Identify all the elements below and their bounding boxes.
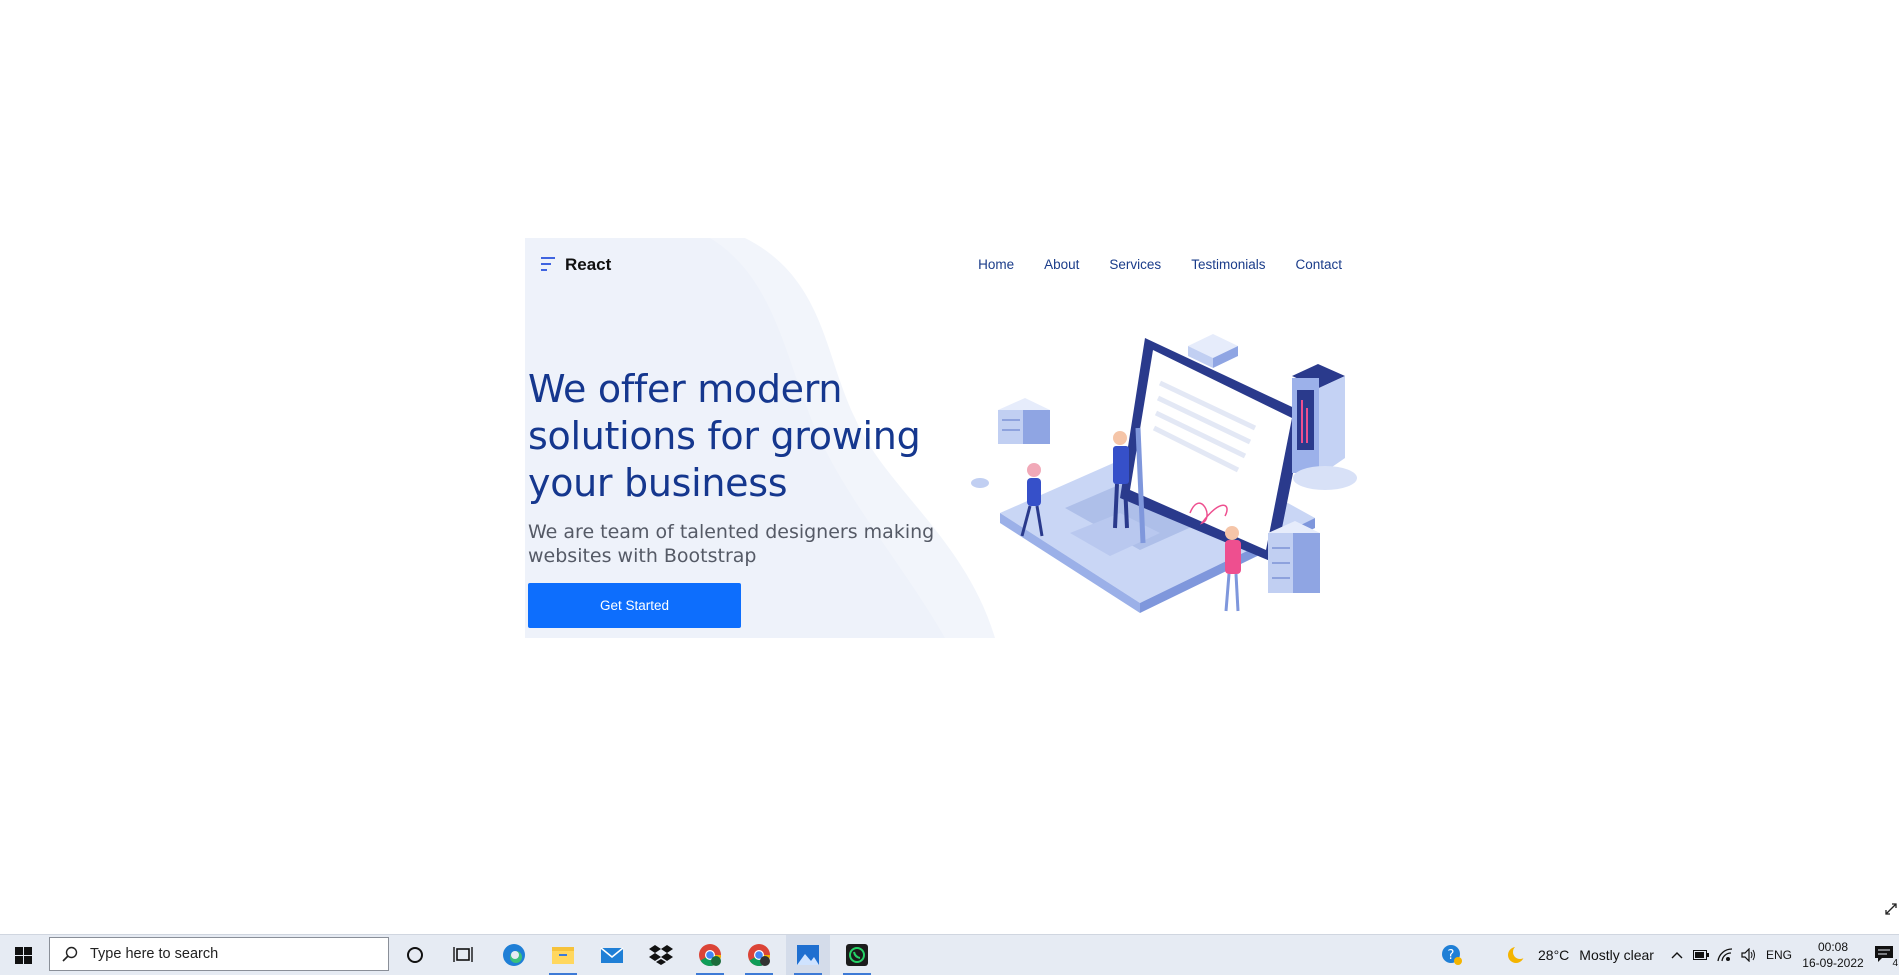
dropbox-icon — [649, 945, 673, 965]
nav-home[interactable]: Home — [963, 252, 1029, 278]
taskbar: ? 28°C Mostly clear ENG 00:08 16-09-2022… — [0, 934, 1899, 975]
wifi-icon — [1717, 948, 1733, 962]
cortana-icon — [407, 947, 423, 963]
get-started-button[interactable]: Get Started — [528, 583, 741, 628]
chrome-profile-button[interactable] — [737, 935, 781, 975]
photos-icon — [797, 945, 819, 965]
main-nav: Home About Services Testimonials Contact — [963, 252, 1342, 278]
whatsapp-icon — [846, 944, 868, 966]
weather-temp: 28°C — [1538, 947, 1570, 963]
battery-button[interactable] — [1690, 935, 1712, 975]
weather-widget[interactable]: 28°C Mostly clear — [1506, 935, 1662, 975]
nav-services[interactable]: Services — [1094, 252, 1176, 278]
brand-name: React — [565, 255, 612, 274]
chrome-profile-icon — [748, 944, 771, 967]
mail-icon — [600, 947, 624, 963]
task-view-icon — [453, 947, 473, 962]
nav-contact[interactable]: Contact — [1280, 252, 1342, 278]
help-button[interactable]: ? — [1434, 935, 1470, 975]
edge-icon — [503, 944, 525, 966]
network-button[interactable] — [1714, 935, 1736, 975]
notification-count: 4 — [1892, 958, 1898, 969]
start-button[interactable] — [0, 935, 46, 975]
search-icon — [62, 946, 78, 962]
svg-text:?: ? — [1448, 948, 1455, 963]
photos-button[interactable] — [786, 935, 830, 975]
clock-button[interactable]: 00:08 16-09-2022 — [1800, 935, 1866, 975]
nav-testimonials[interactable]: Testimonials — [1176, 252, 1280, 278]
task-view-button[interactable] — [441, 935, 485, 975]
nav-about[interactable]: About — [1029, 252, 1094, 278]
brand[interactable]: React — [539, 252, 611, 278]
whatsapp-button[interactable] — [835, 935, 879, 975]
weather-text: Mostly clear — [1579, 947, 1654, 963]
edge-button[interactable] — [492, 935, 536, 975]
language-label: ENG — [1765, 948, 1792, 962]
search-input[interactable] — [88, 945, 388, 963]
speaker-icon — [1741, 948, 1755, 962]
hero-section: React Home About Services Testimonials C… — [525, 238, 1398, 638]
help-icon: ? — [1442, 945, 1462, 965]
file-explorer-button[interactable] — [541, 935, 585, 975]
chrome-button[interactable] — [688, 935, 732, 975]
resize-cursor-icon — [1885, 903, 1897, 915]
show-hidden-icons-button[interactable] — [1666, 935, 1688, 975]
language-button[interactable]: ENG — [1762, 935, 1796, 975]
clock-date: 16-09-2022 — [1802, 956, 1864, 970]
chrome-icon — [699, 944, 722, 967]
mail-button[interactable] — [590, 935, 634, 975]
battery-icon — [1693, 950, 1709, 960]
brand-logo-icon — [541, 257, 555, 271]
dropbox-button[interactable] — [639, 935, 683, 975]
chevron-up-icon — [1671, 952, 1683, 959]
volume-button[interactable] — [1738, 935, 1760, 975]
cortana-button[interactable] — [393, 935, 437, 975]
clock-time: 00:08 — [1817, 940, 1849, 954]
moon-icon — [1508, 945, 1526, 963]
hero-illustration — [971, 334, 1357, 613]
hero-subtitle: We are team of talented designers making… — [528, 521, 935, 567]
taskbar-search[interactable] — [49, 937, 389, 971]
hero-headline: We offer modern solutions for growing yo… — [528, 367, 921, 505]
action-center-button[interactable]: 4 — [1870, 935, 1899, 975]
file-explorer-icon — [552, 947, 574, 964]
windows-logo-icon — [14, 946, 32, 964]
